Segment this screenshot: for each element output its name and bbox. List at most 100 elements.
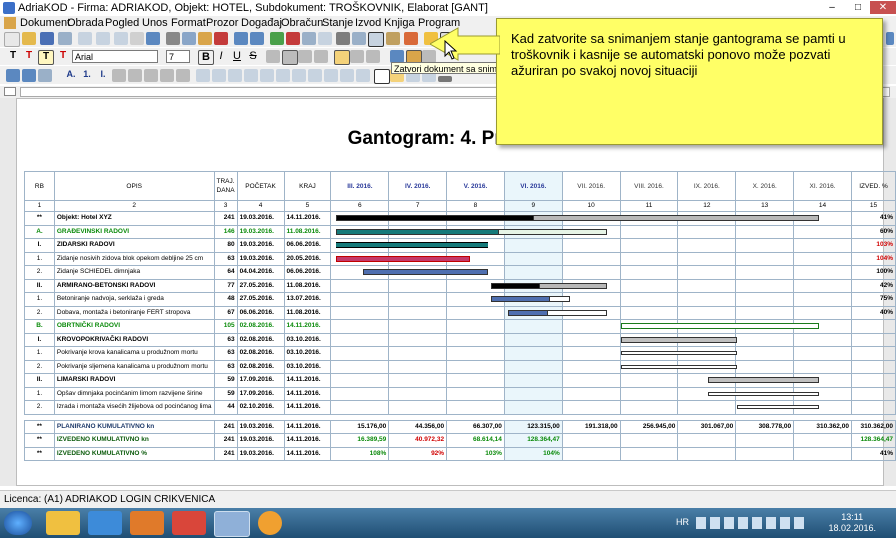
text-color-icon[interactable]: T: [22, 50, 36, 63]
copy-icon[interactable]: [182, 32, 196, 45]
italic-button[interactable]: I: [214, 50, 228, 63]
frame-icon[interactable]: [374, 69, 390, 84]
cut-icon[interactable]: [166, 32, 180, 45]
tray-icons[interactable]: [696, 517, 806, 529]
table-row[interactable]: I. ZIDARSKI RADOVI 80 19.03.2016. 06.06.2016…: [24, 238, 896, 253]
valign-middle-icon[interactable]: [350, 50, 364, 63]
ie-icon[interactable]: [88, 511, 122, 535]
menu-stanje[interactable]: Stanje: [322, 17, 353, 29]
grid-g-icon[interactable]: [292, 69, 306, 82]
preview-icon[interactable]: [78, 32, 92, 45]
underline-button[interactable]: U: [230, 50, 244, 63]
calc-icon[interactable]: [352, 32, 366, 45]
adriakod-task-icon[interactable]: [214, 511, 250, 537]
menu-obrada[interactable]: Obrada: [67, 17, 104, 29]
list-c-icon[interactable]: [144, 69, 158, 82]
text-style-icon[interactable]: T: [6, 50, 20, 63]
dropdown-icon[interactable]: [438, 76, 452, 82]
roman-list-icon[interactable]: I.: [96, 69, 110, 82]
layout-icon[interactable]: [146, 32, 160, 45]
table-row[interactable]: 1. Betoniranje nadvoja, serklaža i greda 4…: [24, 292, 896, 307]
align-left-icon[interactable]: [266, 50, 280, 63]
menu-izvod[interactable]: Izvod: [355, 17, 381, 29]
font-larger-icon[interactable]: A.: [64, 69, 78, 82]
summary-row[interactable]: ** PLANIRANO KUMULATIVNO kn 241 19.03.2016.…: [24, 419, 896, 434]
table-row[interactable]: II. LIMARSKI RADOVI 59 17.09.2016. 14.11.201…: [24, 373, 896, 388]
menu-dogadaj[interactable]: Događaj: [241, 17, 282, 29]
magic-icon[interactable]: [404, 32, 418, 45]
clock[interactable]: 13:11 18.02.2016.: [828, 512, 876, 534]
table-row[interactable]: A. GRAĐEVINSKI RADOVI 146 19.03.2016. 11.08.…: [24, 224, 896, 239]
paste-icon[interactable]: [198, 32, 212, 45]
menu-format[interactable]: Format: [171, 17, 206, 29]
menu-obracun[interactable]: Obračun: [281, 17, 323, 29]
grid-k-icon[interactable]: [356, 69, 370, 82]
indent-icon[interactable]: [6, 69, 20, 82]
table-row[interactable]: 2. Zidanje SCHIEDEL dimnjaka 64 04.04.2016.…: [24, 265, 896, 280]
justify-icon[interactable]: [314, 50, 328, 63]
menu-prozor[interactable]: Prozor: [206, 17, 238, 29]
search-doc-icon[interactable]: [368, 32, 384, 47]
home-icon[interactable]: [286, 32, 300, 45]
grid-c-icon[interactable]: [228, 69, 242, 82]
grid-e-icon[interactable]: [260, 69, 274, 82]
summary-row[interactable]: ** IZVEDENO KUMULATIVNO kn 241 19.03.2016. 1…: [24, 433, 896, 448]
grid-j-icon[interactable]: [340, 69, 354, 82]
doc-menu-icon[interactable]: [4, 17, 16, 29]
grid-b-icon[interactable]: [212, 69, 226, 82]
menu-unos[interactable]: Unos: [142, 17, 168, 29]
table-row[interactable]: 1. Opšav dimnjaka pocinčanim limom razvij…: [24, 386, 896, 401]
language-indicator[interactable]: HR: [676, 517, 689, 527]
bold-button[interactable]: B: [198, 50, 214, 65]
table-row[interactable]: ** Objekt: Hotel XYZ 241 19.03.2016. 14.11.2…: [24, 211, 896, 226]
font-size-select[interactable]: 7: [166, 50, 190, 63]
valign-top-icon[interactable]: [334, 50, 350, 65]
table-icon[interactable]: [318, 32, 332, 45]
save-icon[interactable]: [40, 32, 54, 45]
grid-i-icon[interactable]: [324, 69, 338, 82]
align-center-icon[interactable]: [282, 50, 298, 65]
spacing-icon[interactable]: [38, 69, 52, 82]
tools-icon[interactable]: [386, 32, 400, 45]
grid-a-icon[interactable]: [196, 69, 210, 82]
page-icon[interactable]: [114, 32, 128, 45]
media-player-icon[interactable]: [130, 511, 164, 535]
table-row[interactable]: II. ARMIRANO-BETONSKI RADOVI 77 27.05.2016.…: [24, 278, 896, 293]
refresh-icon[interactable]: [270, 32, 284, 45]
redo-icon[interactable]: [250, 32, 264, 45]
list-a-icon[interactable]: [112, 69, 126, 82]
grid-d-icon[interactable]: [244, 69, 258, 82]
overflow-icon[interactable]: [886, 32, 894, 45]
chrome-icon[interactable]: [172, 511, 206, 535]
windows-icon[interactable]: [336, 32, 350, 45]
valign-bottom-icon[interactable]: [366, 50, 380, 63]
table-row[interactable]: B. OBRTNIČKI RADOVI 105 02.08.2016. 14.11.20…: [24, 319, 896, 334]
undo-icon[interactable]: [234, 32, 248, 45]
list-d-icon[interactable]: [160, 69, 174, 82]
text-red-icon[interactable]: T: [56, 50, 70, 63]
grid-f-icon[interactable]: [276, 69, 290, 82]
text-highlight-icon[interactable]: T: [38, 50, 54, 65]
table-row[interactable]: 1. Pokrivanje krova kanalicama u produžno…: [24, 346, 896, 361]
minimize-button[interactable]: –: [819, 1, 845, 14]
close-button[interactable]: ✕: [870, 1, 896, 14]
grid-h-icon[interactable]: [308, 69, 322, 82]
strike-button[interactable]: S: [246, 50, 260, 63]
print-icon[interactable]: [58, 32, 72, 45]
list-icon[interactable]: [302, 32, 316, 45]
delete-icon[interactable]: [214, 32, 228, 45]
start-button-icon[interactable]: [4, 511, 32, 535]
table-row[interactable]: 2. Dobava, montaža i betoniranje FERT str…: [24, 305, 896, 320]
number-icon[interactable]: [130, 32, 144, 45]
outdent-icon[interactable]: [22, 69, 36, 82]
table-row[interactable]: 2. Pokrivanje sljemena kanalicama u produ…: [24, 359, 896, 374]
table-row[interactable]: 1. Zidanje nosivih zidova blok opekom deb…: [24, 251, 896, 266]
menu-knjiga[interactable]: Knjiga: [384, 17, 415, 29]
summary-row[interactable]: ** IZVEDENO KUMULATIVNO % 241 19.03.2016. 14…: [24, 446, 896, 461]
menu-pogled[interactable]: Pogled: [105, 17, 139, 29]
font-name-select[interactable]: Arial: [72, 50, 158, 63]
maximize-button[interactable]: □: [845, 1, 871, 14]
new-icon[interactable]: [4, 32, 20, 47]
open-icon[interactable]: [22, 32, 36, 45]
zoom-icon[interactable]: [96, 32, 110, 45]
